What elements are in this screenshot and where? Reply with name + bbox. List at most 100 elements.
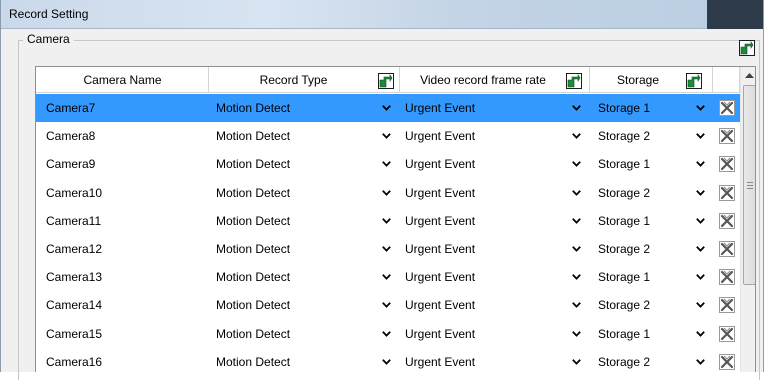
chevron-down-icon[interactable] [694,263,706,291]
column-header[interactable]: Video record frame rate [400,67,590,93]
storage-dropdown[interactable]: Storage 2 [596,122,706,150]
table-row[interactable]: Camera10 Motion Detect Urgent Event Storage… [36,179,740,207]
chevron-down-icon[interactable] [380,179,392,207]
chevron-down-icon[interactable] [694,94,706,122]
chevron-down-icon[interactable] [380,235,392,263]
table-row[interactable]: Camera8 Motion Detect Urgent Event Storage … [36,122,740,150]
storage-dropdown[interactable]: Storage 2 [596,348,706,372]
chevron-down-icon[interactable] [570,207,582,235]
delete-icon[interactable] [718,212,736,230]
table-row[interactable]: Camera13 Motion Detect Urgent Event Storage… [36,263,740,291]
delete-icon[interactable] [718,240,736,258]
chevron-down-icon[interactable] [694,122,706,150]
storage-dropdown[interactable]: Storage 1 [596,320,706,348]
record-type-dropdown[interactable]: Motion Detect [214,320,392,348]
scroll-thumb[interactable] [743,85,755,285]
chevron-down-icon[interactable] [570,122,582,150]
storage-dropdown[interactable]: Storage 2 [596,235,706,263]
storage-dropdown[interactable]: Storage 2 [596,291,706,319]
record-type-dropdown[interactable]: Motion Detect [214,263,392,291]
frame-rate-dropdown[interactable]: Urgent Event [403,179,582,207]
frame-rate-dropdown[interactable]: Urgent Event [403,235,582,263]
storage-dropdown[interactable]: Storage 1 [596,150,706,178]
table-row[interactable]: Camera16 Motion Detect Urgent Event Storage… [36,348,740,372]
chevron-down-icon[interactable] [380,291,392,319]
chevron-down-icon[interactable] [694,291,706,319]
chevron-down-icon[interactable] [570,179,582,207]
delete-icon[interactable] [718,353,736,371]
scroll-up-arrow-icon[interactable] [741,67,755,84]
storage-dropdown-value: Storage 2 [598,298,651,313]
delete-icon[interactable] [718,155,736,173]
frame-rate-dropdown[interactable]: Urgent Event [403,263,582,291]
chevron-down-icon[interactable] [380,150,392,178]
table-row[interactable]: Camera14 Motion Detect Urgent Event Storage… [36,291,740,319]
record-type-dropdown[interactable]: Motion Detect [214,291,392,319]
delete-icon[interactable] [718,184,736,202]
frame-rate-dropdown[interactable]: Urgent Event [403,122,582,150]
edit-hand-icon[interactable] [739,40,755,56]
delete-icon[interactable] [718,268,736,286]
frame-rate-dropdown-value: Urgent Event [405,185,476,200]
frame-rate-dropdown[interactable]: Urgent Event [403,291,582,319]
column-header-label: Storage [616,73,660,87]
storage-dropdown-value: Storage 1 [598,101,651,115]
chevron-down-icon[interactable] [380,348,392,372]
column-header[interactable]: Storage [590,67,713,93]
chevron-down-icon[interactable] [380,122,392,150]
frame-rate-dropdown[interactable]: Urgent Event [403,94,582,122]
chevron-down-icon[interactable] [570,320,582,348]
chevron-down-icon[interactable] [694,235,706,263]
storage-dropdown[interactable]: Storage 1 [596,94,706,122]
table-row[interactable]: Camera11 Motion Detect Urgent Event Storage… [36,207,740,235]
chevron-down-icon[interactable] [570,235,582,263]
delete-icon[interactable] [718,325,736,343]
record-type-dropdown[interactable]: Motion Detect [214,235,392,263]
frame-rate-dropdown[interactable]: Urgent Event [403,320,582,348]
column-header[interactable] [713,67,740,93]
record-type-dropdown[interactable]: Motion Detect [214,150,392,178]
storage-dropdown[interactable]: Storage 2 [596,179,706,207]
edit-hand-icon-svg[interactable] [739,40,755,56]
table-row[interactable]: Camera15 Motion Detect Urgent Event Storage… [36,320,740,348]
delete-icon[interactable] [718,99,736,117]
frame-rate-dropdown[interactable]: Urgent Event [403,150,582,178]
chevron-down-icon[interactable] [694,179,706,207]
column-header-label: Video record frame rate [420,73,546,87]
chevron-down-icon[interactable] [570,150,582,178]
frame-rate-dropdown[interactable]: Urgent Event [403,207,582,235]
vertical-scrollbar[interactable] [740,67,755,372]
record-type-dropdown[interactable]: Motion Detect [214,207,392,235]
column-header[interactable]: Record Type [209,67,400,93]
record-type-dropdown[interactable]: Motion Detect [214,94,392,122]
chevron-down-icon[interactable] [570,263,582,291]
chevron-down-icon[interactable] [380,94,392,122]
storage-dropdown[interactable]: Storage 1 [596,263,706,291]
chevron-down-icon[interactable] [694,207,706,235]
chevron-down-icon[interactable] [380,320,392,348]
chevron-down-icon[interactable] [694,150,706,178]
chevron-down-icon[interactable] [380,207,392,235]
chevron-down-icon[interactable] [694,348,706,372]
table-row[interactable]: Camera12 Motion Detect Urgent Event Storage… [36,235,740,263]
edit-hand-icon[interactable] [566,73,582,89]
chevron-down-icon[interactable] [694,320,706,348]
chevron-down-icon[interactable] [570,94,582,122]
delete-icon[interactable] [718,127,736,145]
edit-hand-icon[interactable] [686,73,702,89]
edit-hand-icon[interactable] [378,73,394,89]
chevron-down-icon[interactable] [380,263,392,291]
record-type-dropdown[interactable]: Motion Detect [214,348,392,372]
column-header[interactable]: Camera Name [36,67,209,93]
storage-dropdown[interactable]: Storage 1 [596,207,706,235]
record-type-dropdown[interactable]: Motion Detect [214,179,392,207]
table-row[interactable]: Camera9 Motion Detect Urgent Event Storage … [36,150,740,178]
record-type-dropdown-value: Motion Detect [216,213,291,228]
record-type-dropdown[interactable]: Motion Detect [214,122,392,150]
delete-icon[interactable] [718,296,736,314]
frame-rate-dropdown[interactable]: Urgent Event [403,348,582,372]
chevron-down-icon[interactable] [570,348,582,372]
table-row[interactable]: Camera7 Motion Detect Urgent Event Storage … [36,94,740,122]
chevron-down-icon[interactable] [570,291,582,319]
camera-name-cell: Camera7 [46,101,96,115]
